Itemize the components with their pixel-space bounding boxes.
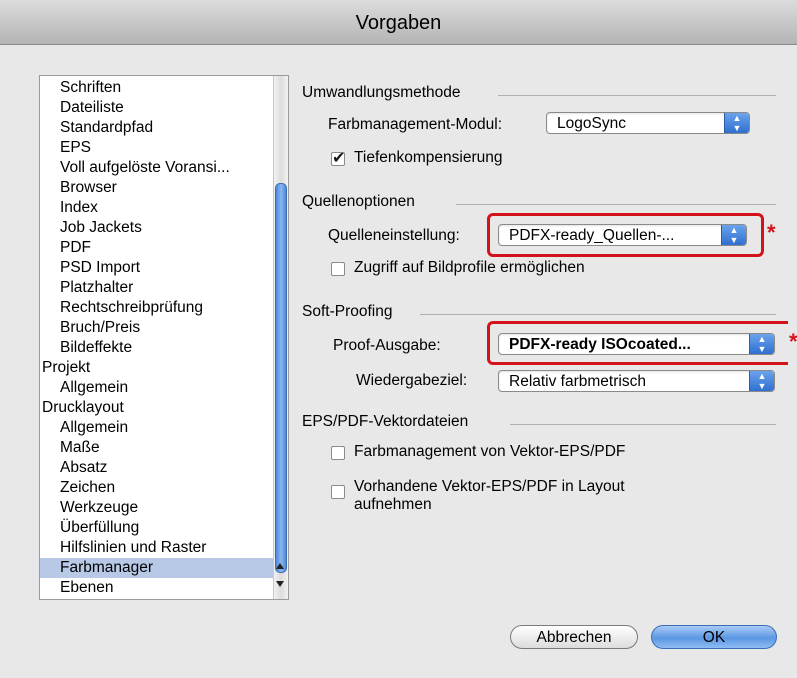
sidebar-item-25[interactable]: Ebenen — [40, 578, 273, 598]
sidebar-item-15[interactable]: Allgemein — [40, 378, 273, 398]
tiefenkompensierung-checkbox[interactable] — [331, 148, 345, 168]
tiefenkompensierung-label: Tiefenkompensierung — [354, 149, 503, 166]
preferences-category-list[interactable]: Schriften Dateiliste Standardpfad EPS Voll a… — [39, 75, 289, 600]
sidebar-item-2[interactable]: Standardpfad — [40, 118, 273, 138]
sidebar-item-14[interactable]: Projekt — [40, 358, 273, 378]
sidebar-item-6[interactable]: Index — [40, 198, 273, 218]
sidebar-item-7[interactable]: Job Jackets — [40, 218, 273, 238]
sidebar-item-21[interactable]: Werkzeuge — [40, 498, 273, 518]
section-divider — [420, 314, 776, 315]
wiedergabeziel-value: Relativ farbmetrisch — [509, 373, 646, 390]
sidebar-item-3[interactable]: EPS — [40, 138, 273, 158]
vektor-farbmanagement-label: Farbmanagement von Vektor-EPS/PDF — [354, 443, 626, 460]
section-title-eps: EPS/PDF-Vektordateien — [302, 413, 469, 430]
section-title-quellen: Quellenoptionen — [302, 193, 415, 210]
wiedergabeziel-label: Wiedergabeziel: — [356, 372, 468, 389]
sidebar-item-10[interactable]: Platzhalter — [40, 278, 273, 298]
sidebar-item-13[interactable]: Bildeffekte — [40, 338, 273, 358]
annotation-asterisk: * — [789, 329, 797, 354]
farbmanagement-modul-select[interactable]: LogoSync ▲ ▼ — [546, 112, 750, 134]
vektor-aufnehmen-checkbox[interactable] — [331, 485, 345, 499]
highlight-box — [487, 213, 764, 257]
sidebar-item-18[interactable]: Maße — [40, 438, 273, 458]
vektor-aufnehmen-label-line1: Vorhandene Vektor-EPS/PDF in Layout — [354, 478, 625, 495]
sidebar-item-16[interactable]: Drucklayout — [40, 398, 273, 418]
section-divider — [510, 424, 776, 425]
section-divider — [498, 95, 776, 96]
wiedergabeziel-select[interactable]: Relativ farbmetrisch ▲ ▼ — [498, 370, 775, 392]
cancel-button[interactable]: Abbrechen — [510, 625, 638, 649]
farbmanagement-modul-label: Farbmanagement-Modul: — [328, 116, 503, 133]
sidebar-item-11[interactable]: Rechtschreibprüfung — [40, 298, 273, 318]
sidebar-item-5[interactable]: Browser — [40, 178, 273, 198]
highlight-box — [487, 321, 788, 365]
sidebar-item-0[interactable]: Schriften — [40, 78, 273, 98]
bildprofile-label: Zugriff auf Bildprofile ermöglichen — [354, 259, 585, 276]
vektor-aufnehmen-label-line2: aufnehmen — [354, 496, 432, 513]
sidebar-item-8[interactable]: PDF — [40, 238, 273, 258]
sidebar-item-12[interactable]: Bruch/Preis — [40, 318, 273, 338]
section-title-softproofing: Soft-Proofing — [302, 303, 393, 320]
sidebar-item-9[interactable]: PSD Import — [40, 258, 273, 278]
vektor-farbmanagement-checkbox[interactable] — [331, 446, 345, 460]
section-divider — [456, 204, 776, 205]
sidebar-item-19[interactable]: Absatz — [40, 458, 273, 478]
sidebar-item-24[interactable]: Farbmanager — [40, 558, 273, 578]
sidebar-item-23[interactable]: Hilfslinien und Raster — [40, 538, 273, 558]
ok-button[interactable]: OK — [651, 625, 777, 649]
scroll-up-arrow-icon[interactable] — [276, 563, 284, 569]
sidebar-item-22[interactable]: Überfüllung — [40, 518, 273, 538]
quelleneinstellung-label: Quelleneinstellung: — [328, 227, 460, 244]
bildprofile-checkbox[interactable] — [331, 262, 345, 276]
sidebar-item-4[interactable]: Voll aufgelöste Voransi... — [40, 158, 273, 178]
sidebar-item-17[interactable]: Allgemein — [40, 418, 273, 438]
window-title: Vorgaben — [0, 0, 797, 45]
sidebar-item-20[interactable]: Zeichen — [40, 478, 273, 498]
farbmanagement-modul-value: LogoSync — [557, 115, 626, 132]
annotation-asterisk: * — [767, 220, 776, 245]
popup-stepper-icon: ▲ ▼ — [749, 371, 774, 391]
popup-stepper-icon: ▲ ▼ — [724, 113, 749, 133]
scrollbar-thumb[interactable] — [275, 183, 287, 573]
sidebar-item-1[interactable]: Dateiliste — [40, 98, 273, 118]
scroll-down-arrow-icon[interactable] — [276, 581, 284, 587]
section-title-umwandlung: Umwandlungsmethode — [302, 84, 461, 101]
proof-ausgabe-label: Proof-Ausgabe: — [333, 337, 441, 354]
